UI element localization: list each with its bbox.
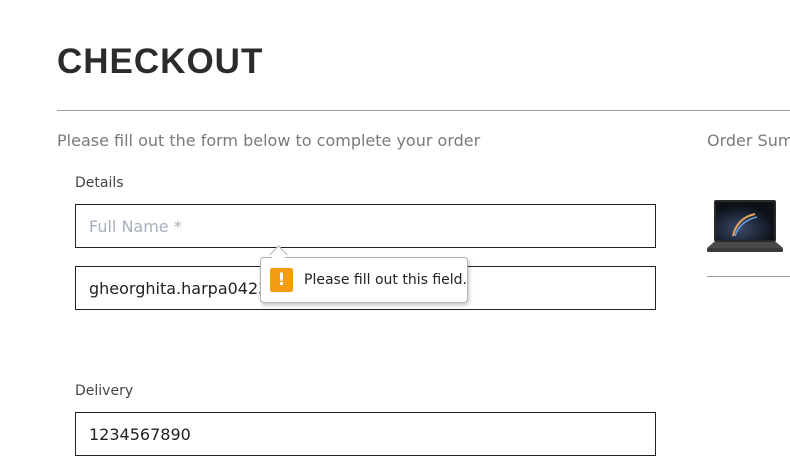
page-subtitle: Please fill out the form below to comple… (57, 131, 481, 150)
order-summary-title: Order Summary (707, 131, 790, 150)
full-name-input[interactable] (75, 204, 656, 248)
title-divider (57, 110, 790, 111)
warning-icon: ! (270, 268, 294, 292)
delivery-label: Delivery (75, 383, 134, 399)
validation-tooltip: ! Please fill out this field. (260, 257, 468, 303)
validation-message: Please fill out this field. (304, 272, 467, 288)
laptop-thumbnail[interactable] (707, 198, 783, 256)
summary-divider (707, 276, 790, 277)
phone-input[interactable] (75, 412, 656, 456)
page-title: CHECKOUT (57, 42, 264, 81)
details-label: Details (75, 175, 124, 191)
